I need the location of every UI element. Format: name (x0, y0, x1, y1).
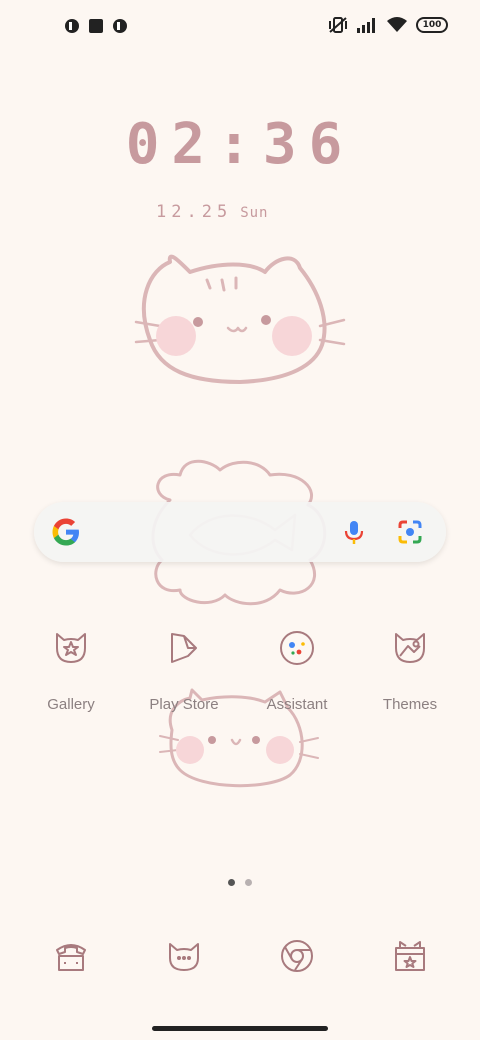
app-assistant[interactable]: Assistant (241, 628, 353, 713)
signal-icon (357, 18, 375, 33)
cat-star-icon (56, 633, 86, 663)
date-label: 12.25 (156, 202, 233, 222)
app-label: Play Store (149, 696, 219, 713)
app-label: Assistant (266, 696, 328, 713)
app-gallery[interactable]: Gallery (15, 628, 127, 713)
messages-cat-icon[interactable] (164, 936, 204, 976)
play-store-icon (171, 633, 197, 663)
home-gesture-bar[interactable] (152, 1026, 328, 1031)
google-g-icon (52, 518, 79, 546)
page-dot (245, 879, 252, 886)
square-notification-icon (89, 19, 103, 33)
battery-indicator: 100 (416, 17, 448, 33)
app-themes[interactable]: Themes (354, 628, 466, 713)
app-label: Gallery (47, 696, 95, 713)
page-dot-active (228, 879, 235, 886)
status-bar-left (64, 18, 128, 34)
app-play-store[interactable]: Play Store (128, 628, 240, 713)
page-indicator[interactable] (228, 879, 252, 886)
app-notification-icon (113, 19, 127, 33)
day-label: Sun (240, 205, 269, 221)
assistant-icon (280, 631, 314, 665)
google-search-bar[interactable] (34, 502, 446, 562)
lens-camera-icon[interactable] (396, 518, 424, 546)
clock-date[interactable]: 12.25 Sun (156, 202, 268, 222)
app-store-icon[interactable] (390, 936, 430, 976)
status-bar-right: 100 (328, 16, 448, 34)
vibrate-off-icon (329, 17, 347, 33)
microphone-icon[interactable] (340, 518, 368, 546)
phone-icon[interactable] (51, 936, 91, 976)
clock-time[interactable]: 02:36 (0, 112, 480, 177)
cat-theme-icon (395, 633, 425, 663)
app-label: Themes (382, 696, 438, 713)
wifi-icon (387, 17, 407, 32)
app-notification-icon (65, 19, 79, 33)
chrome-icon[interactable] (277, 936, 317, 976)
